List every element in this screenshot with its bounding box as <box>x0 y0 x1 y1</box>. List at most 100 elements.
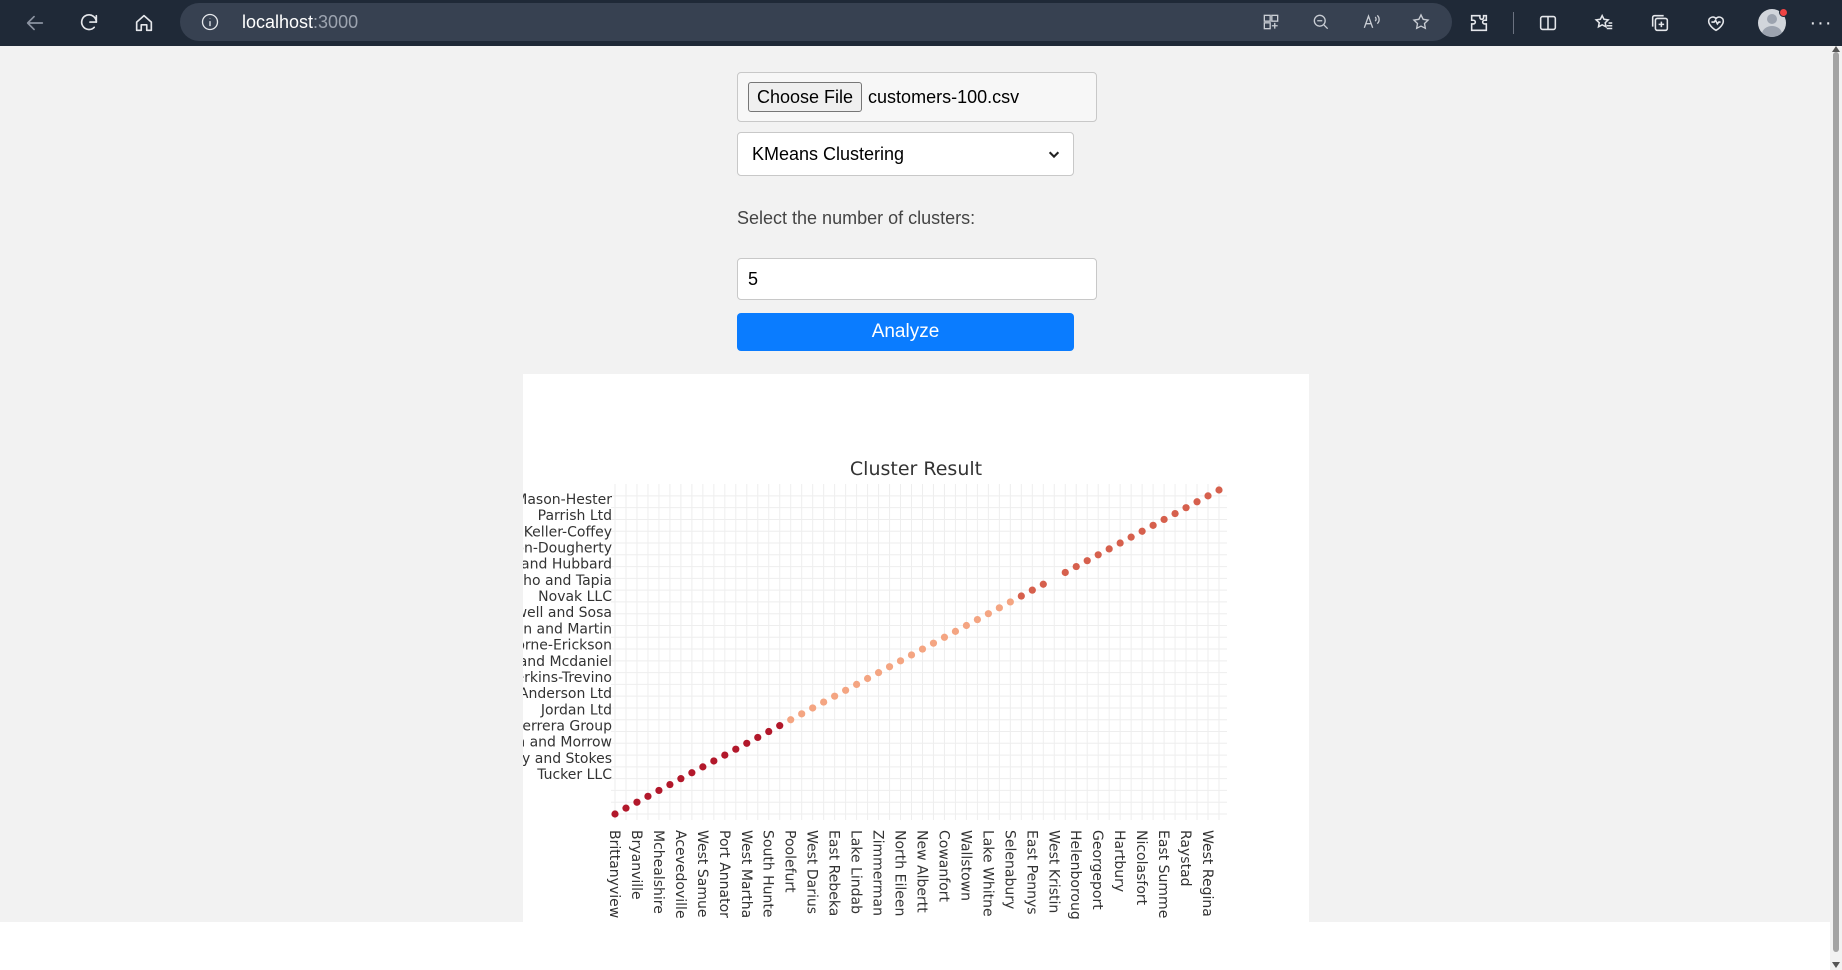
scatter-point[interactable] <box>885 663 894 671</box>
scatter-point[interactable] <box>984 610 992 618</box>
scatter-point[interactable] <box>1017 592 1025 600</box>
scatter-point[interactable] <box>1039 580 1047 588</box>
x-tick-label: East Summe <box>1155 830 1171 918</box>
choose-file-button[interactable]: Choose File <box>748 82 863 112</box>
favorites-button[interactable] <box>1582 6 1626 40</box>
scatter-point[interactable] <box>907 651 916 659</box>
scrollbar-thumb[interactable] <box>1833 52 1839 952</box>
apps-button[interactable] <box>1254 5 1288 39</box>
refresh-button[interactable] <box>72 6 106 40</box>
scatter-point[interactable] <box>929 639 938 647</box>
x-tick-label: East Rebeka <box>826 830 842 916</box>
algorithm-select[interactable]: KMeans Clustering <box>737 132 1074 176</box>
x-tick-label: Acevedoville <box>672 830 688 919</box>
scatter-point[interactable] <box>1061 568 1069 577</box>
x-tick-label: Selenabury <box>1001 830 1017 909</box>
x-tick-label: Raystad <box>1177 830 1193 887</box>
y-tick-label: Keller-Coffey <box>524 524 612 540</box>
zoom-button[interactable] <box>1304 5 1338 39</box>
scatter-point[interactable] <box>940 633 949 641</box>
scatter-point[interactable] <box>1072 562 1080 571</box>
algorithm-selected-value: KMeans Clustering <box>752 143 905 164</box>
scatter-point[interactable] <box>1105 545 1113 553</box>
home-button[interactable] <box>127 6 161 40</box>
scatter-point[interactable] <box>1149 521 1157 529</box>
scatter-point[interactable] <box>1006 598 1014 606</box>
y-tick-label: erkins-Trevino <box>523 670 612 686</box>
scatter-point[interactable] <box>1083 557 1091 565</box>
scatter-point[interactable] <box>918 645 927 653</box>
scatter-point[interactable] <box>1127 533 1135 541</box>
scatter-point[interactable] <box>721 751 729 759</box>
scatter-point[interactable] <box>962 621 971 630</box>
vertical-scrollbar[interactable] <box>1830 46 1842 970</box>
y-tick-label: Parrish Ltd <box>538 508 612 524</box>
scatter-point[interactable] <box>754 733 762 742</box>
url-text[interactable]: localhost:3000 <box>242 12 358 33</box>
scatter-point[interactable] <box>1215 486 1223 494</box>
scatter-point[interactable] <box>633 798 641 806</box>
x-tick-label: West Martha <box>738 830 754 918</box>
x-tick-label: Wallstown <box>957 830 973 901</box>
x-tick-label: West Darius <box>804 830 820 914</box>
clusters-label: Select the number of clusters: <box>737 208 976 228</box>
browser-essentials-button[interactable] <box>1694 6 1738 40</box>
scatter-point[interactable] <box>710 757 718 765</box>
extensions-button[interactable] <box>1457 6 1501 40</box>
scatter-point[interactable] <box>853 680 861 688</box>
scatter-point[interactable] <box>842 686 850 694</box>
scatter-point[interactable] <box>787 716 795 724</box>
scatter-point[interactable] <box>655 786 663 795</box>
scatter-point[interactable] <box>1182 504 1190 512</box>
chevron-down-icon <box>1047 145 1063 161</box>
scatter-point[interactable] <box>1116 539 1124 547</box>
scatter-point[interactable] <box>1028 586 1036 594</box>
scatter-point[interactable] <box>820 698 828 706</box>
y-tick-label: Mason-Hester <box>523 492 612 508</box>
favorite-button[interactable] <box>1404 5 1438 39</box>
scatter-point[interactable] <box>743 739 751 747</box>
scatter-point[interactable] <box>973 616 981 624</box>
back-button[interactable] <box>18 6 52 40</box>
scatter-point[interactable] <box>699 763 707 771</box>
scatter-point[interactable] <box>732 745 740 753</box>
scatter-point[interactable] <box>776 722 784 730</box>
scatter-point[interactable] <box>1138 527 1146 535</box>
scatter-point[interactable] <box>677 775 685 783</box>
browser-essentials-icon <box>1707 16 1725 32</box>
collections-button[interactable] <box>1638 6 1682 40</box>
profile-button[interactable] <box>1750 6 1794 40</box>
scatter-point[interactable] <box>644 792 652 800</box>
scatter-point[interactable] <box>1160 515 1168 524</box>
address-bar[interactable]: localhost:3000 <box>180 3 1452 41</box>
scatter-point[interactable] <box>622 804 630 812</box>
scatter-point[interactable] <box>951 627 960 635</box>
scatter-point[interactable] <box>688 769 696 777</box>
clusters-input-value: 5 <box>748 268 759 289</box>
scatter-point[interactable] <box>831 692 839 700</box>
page-bottom <box>0 922 1830 970</box>
scatter-point[interactable] <box>765 727 773 736</box>
analyze-button[interactable]: Analyze <box>737 313 1074 351</box>
split-screen-button[interactable] <box>1526 6 1570 40</box>
scatter-point[interactable] <box>809 704 817 712</box>
scroll-down-arrow[interactable] <box>1832 962 1840 968</box>
scatter-point[interactable] <box>874 669 883 677</box>
scatter-point[interactable] <box>798 710 806 718</box>
x-tick-label: Brittanyview <box>606 830 622 918</box>
scatter-point[interactable] <box>896 657 905 665</box>
scatter-point[interactable] <box>611 810 619 818</box>
puzzle-icon <box>1470 14 1488 32</box>
more-icon[interactable]: ··· <box>1806 12 1836 35</box>
scatter-point[interactable] <box>995 604 1003 612</box>
scatter-point[interactable] <box>1193 498 1201 506</box>
scatter-point[interactable] <box>1204 492 1212 500</box>
scatter-point[interactable] <box>666 780 674 789</box>
read-aloud-button[interactable] <box>1354 5 1388 39</box>
scatter-point[interactable] <box>1094 551 1102 559</box>
clusters-input[interactable]: 5 <box>737 258 1097 300</box>
scatter-point[interactable] <box>863 674 872 683</box>
info-icon[interactable] <box>200 12 220 32</box>
x-tick-label: Hartbury <box>1111 830 1127 892</box>
scatter-point[interactable] <box>1171 509 1179 518</box>
